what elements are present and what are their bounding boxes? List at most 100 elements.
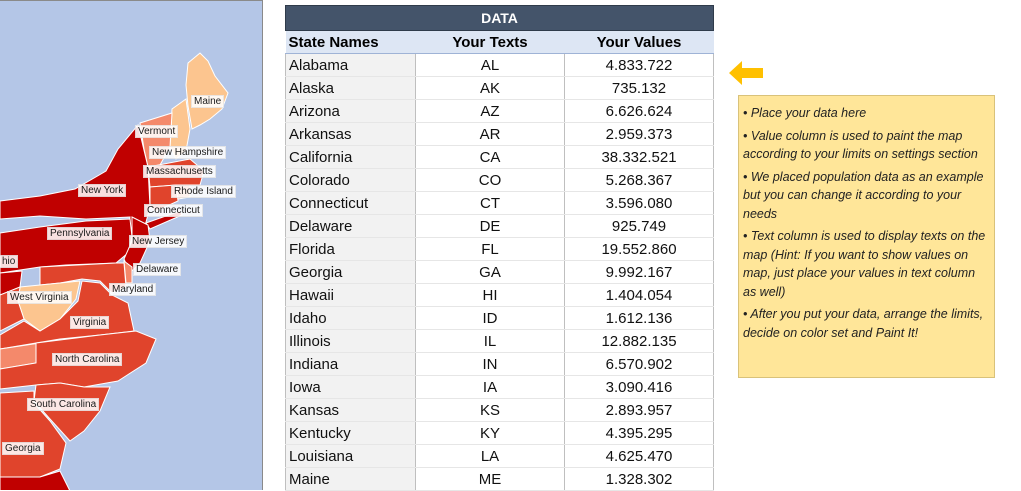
cell-state-name[interactable]: Illinois <box>285 329 416 353</box>
cell-state-name[interactable]: Alaska <box>285 76 416 100</box>
cell-value[interactable]: 3.090.416 <box>563 375 715 399</box>
label-vermont: Vermont <box>135 125 179 138</box>
label-massachusetts: Massachusetts <box>143 165 216 178</box>
label-north-carolina: North Carolina <box>52 353 123 366</box>
table-row[interactable]: Alabama AL 4.833.722 <box>285 53 715 77</box>
cell-state-name[interactable]: Delaware <box>285 214 416 238</box>
cell-text[interactable]: DE <box>415 214 565 238</box>
label-rhode-island: Rhode Island <box>171 185 236 198</box>
cell-text[interactable]: IA <box>415 375 565 399</box>
label-ohio: hio <box>0 255 19 268</box>
table-row[interactable]: Georgia GA 9.992.167 <box>285 260 715 284</box>
table-row[interactable]: Louisiana LA 4.625.470 <box>285 444 715 468</box>
state-new-york[interactable] <box>0 123 151 234</box>
cell-state-name[interactable]: Indiana <box>285 352 416 376</box>
cell-value[interactable]: 3.596.080 <box>563 191 715 215</box>
cell-state-name[interactable]: Louisiana <box>285 444 416 468</box>
label-pennsylvania: Pennsylvania <box>47 227 113 240</box>
cell-value[interactable]: 38.332.521 <box>563 145 715 169</box>
cell-value[interactable]: 4.625.470 <box>563 444 715 468</box>
table-row[interactable]: Hawaii HI 1.404.054 <box>285 283 715 307</box>
table-row[interactable]: Arizona AZ 6.626.624 <box>285 99 715 123</box>
cell-text[interactable]: AK <box>415 76 565 100</box>
table-row[interactable]: Iowa IA 3.090.416 <box>285 375 715 399</box>
cell-state-name[interactable]: Iowa <box>285 375 416 399</box>
label-new-jersey: New Jersey <box>129 235 188 248</box>
arrow-left-icon <box>729 61 763 85</box>
cell-value[interactable]: 4.395.295 <box>563 421 715 445</box>
cell-value[interactable]: 12.882.135 <box>563 329 715 353</box>
cell-text[interactable]: KY <box>415 421 565 445</box>
cell-state-name[interactable]: Idaho <box>285 306 416 330</box>
cell-text[interactable]: AL <box>415 53 565 77</box>
table-row[interactable]: Illinois IL 12.882.135 <box>285 329 715 353</box>
table-row[interactable]: Florida FL 19.552.860 <box>285 237 715 261</box>
cell-text[interactable]: LA <box>415 444 565 468</box>
cell-value[interactable]: 1.404.054 <box>563 283 715 307</box>
cell-text[interactable]: KS <box>415 398 565 422</box>
cell-state-name[interactable]: California <box>285 145 416 169</box>
cell-value[interactable]: 1.328.302 <box>563 467 715 491</box>
cell-state-name[interactable]: Alabama <box>285 53 416 77</box>
label-connecticut: Connecticut <box>144 204 203 217</box>
cell-text[interactable]: CA <box>415 145 565 169</box>
label-maryland: Maryland <box>109 283 157 296</box>
table-row[interactable]: Maine ME 1.328.302 <box>285 467 715 491</box>
cell-value[interactable]: 19.552.860 <box>563 237 715 261</box>
table-row[interactable]: Indiana IN 6.570.902 <box>285 352 715 376</box>
label-new-hampshire: New Hampshire <box>149 146 227 159</box>
label-virginia: Virginia <box>70 316 110 329</box>
cell-value[interactable]: 6.570.902 <box>563 352 715 376</box>
cell-value[interactable]: 2.893.957 <box>563 398 715 422</box>
cell-value[interactable]: 5.268.367 <box>563 168 715 192</box>
cell-state-name[interactable]: Colorado <box>285 168 416 192</box>
table-row[interactable]: Delaware DE 925.749 <box>285 214 715 238</box>
table-row[interactable]: Kentucky KY 4.395.295 <box>285 421 715 445</box>
cell-text[interactable]: AR <box>415 122 565 146</box>
cell-text[interactable]: ME <box>415 467 565 491</box>
cell-state-name[interactable]: Maine <box>285 467 416 491</box>
header-state-names: State Names <box>285 30 416 54</box>
cell-text[interactable]: AZ <box>415 99 565 123</box>
cell-state-name[interactable]: Arkansas <box>285 122 416 146</box>
label-new-york: New York <box>78 184 127 197</box>
cell-text[interactable]: HI <box>415 283 565 307</box>
cell-text[interactable]: IN <box>415 352 565 376</box>
header-your-values: Your Values <box>564 30 714 54</box>
cell-value[interactable]: 4.833.722 <box>563 53 715 77</box>
state-maine[interactable] <box>185 52 229 130</box>
cell-text[interactable]: ID <box>415 306 565 330</box>
cell-text[interactable]: FL <box>415 237 565 261</box>
cell-text[interactable]: CO <box>415 168 565 192</box>
table-row[interactable]: Idaho ID 1.612.136 <box>285 306 715 330</box>
cell-text[interactable]: CT <box>415 191 565 215</box>
data-table: DATA State Names Your Texts Your Values … <box>284 5 715 491</box>
cell-state-name[interactable]: Kansas <box>285 398 416 422</box>
cell-text[interactable]: IL <box>415 329 565 353</box>
cell-state-name[interactable]: Kentucky <box>285 421 416 445</box>
table-row[interactable]: California CA 38.332.521 <box>285 145 715 169</box>
cell-value[interactable]: 925.749 <box>563 214 715 238</box>
cell-state-name[interactable]: Georgia <box>285 260 416 284</box>
cell-state-name[interactable]: Connecticut <box>285 191 416 215</box>
note-line-1: • Place your data here <box>743 106 867 120</box>
cell-text[interactable]: GA <box>415 260 565 284</box>
cell-value[interactable]: 6.626.624 <box>563 99 715 123</box>
table-row[interactable]: Kansas KS 2.893.957 <box>285 398 715 422</box>
header-your-texts: Your Texts <box>415 30 565 54</box>
map-panel: Maine Vermont New Hampshire Massachusett… <box>0 0 263 490</box>
cell-value[interactable]: 1.612.136 <box>563 306 715 330</box>
cell-state-name[interactable]: Florida <box>285 237 416 261</box>
note-line-4: • Text column is used to display texts o… <box>743 229 986 299</box>
cell-state-name[interactable]: Hawaii <box>285 283 416 307</box>
cell-state-name[interactable]: Arizona <box>285 99 416 123</box>
cell-value[interactable]: 735.132 <box>563 76 715 100</box>
cell-value[interactable]: 2.959.373 <box>563 122 715 146</box>
table-row[interactable]: Arkansas AR 2.959.373 <box>285 122 715 146</box>
cell-value[interactable]: 9.992.167 <box>563 260 715 284</box>
label-west-virginia: West Virginia <box>7 291 72 304</box>
table-row[interactable]: Alaska AK 735.132 <box>285 76 715 100</box>
table-row[interactable]: Connecticut CT 3.596.080 <box>285 191 715 215</box>
table-row[interactable]: Colorado CO 5.268.367 <box>285 168 715 192</box>
label-delaware: Delaware <box>133 263 182 276</box>
